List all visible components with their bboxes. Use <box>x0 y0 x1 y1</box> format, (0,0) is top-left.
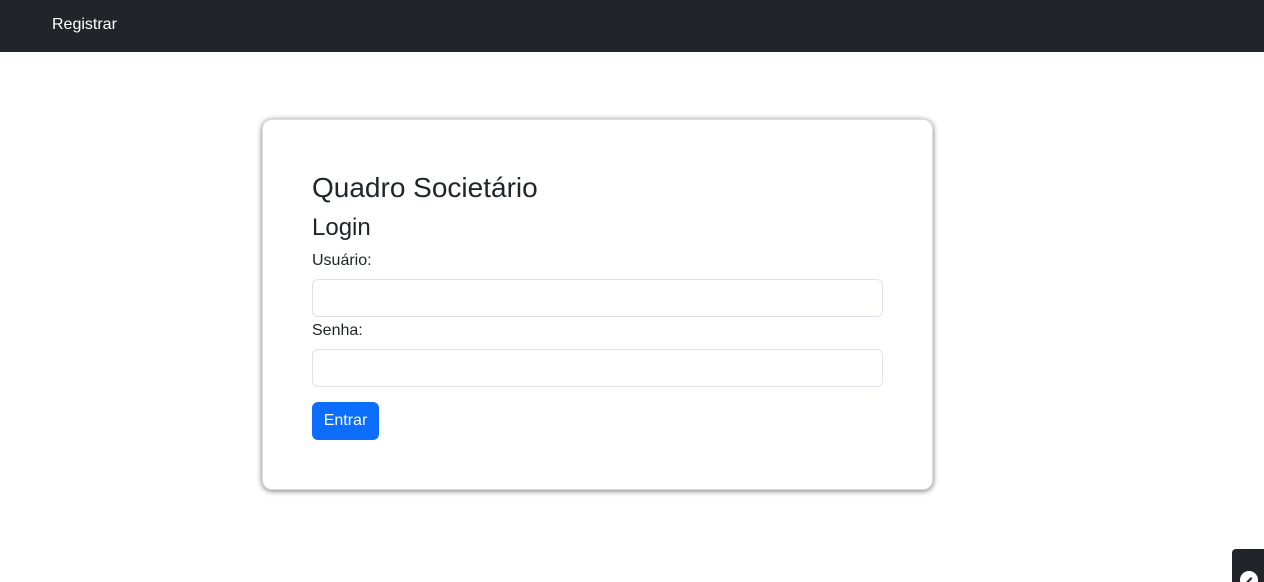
edit-icon <box>1240 571 1258 582</box>
register-link[interactable]: Registrar <box>52 15 117 35</box>
password-input[interactable] <box>312 349 883 387</box>
top-navbar: Registrar <box>0 0 1264 52</box>
login-card: Quadro Societário Login Usuário: Senha: … <box>262 119 933 490</box>
password-label: Senha: <box>312 322 363 339</box>
username-input[interactable] <box>312 279 883 317</box>
corner-widget[interactable] <box>1232 549 1264 582</box>
username-label: Usuário: <box>312 252 372 269</box>
app-title: Quadro Societário <box>312 172 538 203</box>
login-heading: Login <box>312 214 371 241</box>
login-button[interactable]: Entrar <box>312 402 379 440</box>
